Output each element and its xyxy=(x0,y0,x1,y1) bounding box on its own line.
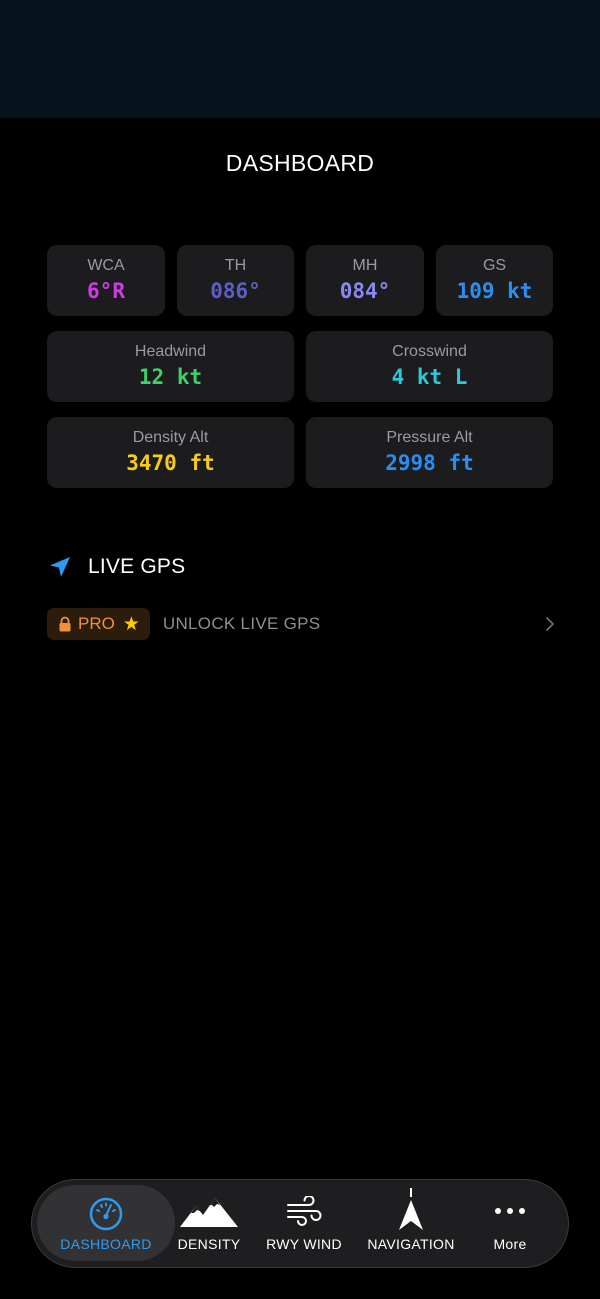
live-gps-title: LIVE GPS xyxy=(88,555,186,578)
gauge-icon xyxy=(89,1197,123,1231)
headwind-label: Headwind xyxy=(134,343,207,360)
pressure-alt-card: Pressure Alt 2998 ft xyxy=(306,417,553,488)
mh-label: MH xyxy=(352,257,378,274)
location-arrow-icon xyxy=(50,557,70,577)
pressure-alt-value: 2998 ft xyxy=(385,451,474,475)
pro-label: PRO xyxy=(78,614,115,633)
lock-icon xyxy=(59,616,71,632)
tab-more[interactable]: More xyxy=(476,1180,544,1266)
tab-rwy-wind-label: RWY WIND xyxy=(266,1236,342,1252)
pressure-alt-label: Pressure Alt xyxy=(386,429,473,446)
crosswind-card: Crosswind 4 kt L xyxy=(306,331,553,402)
tab-more-label: More xyxy=(493,1236,527,1252)
density-alt-value: 3470 ft xyxy=(126,451,215,475)
live-gps-header: LIVE GPS xyxy=(47,552,185,582)
tab-dashboard[interactable]: DASHBOARD xyxy=(37,1185,175,1261)
wca-value: 6°R xyxy=(87,279,125,303)
chevron-right-icon xyxy=(546,617,554,631)
density-alt-card: Density Alt 3470 ft xyxy=(47,417,294,488)
tab-rwy-wind[interactable]: RWY WIND xyxy=(258,1180,350,1266)
tab-navigation[interactable]: NAVIGATION xyxy=(360,1180,462,1266)
mh-card: MH 084° xyxy=(306,245,424,316)
more-dots-icon xyxy=(495,1208,525,1214)
th-value: 086° xyxy=(210,279,261,303)
th-card: TH 086° xyxy=(177,245,294,316)
wca-label: WCA xyxy=(87,257,125,274)
page-title: DASHBOARD xyxy=(225,150,375,176)
tab-density-label: DENSITY xyxy=(177,1236,241,1252)
headwind-card: Headwind 12 kt xyxy=(47,331,294,402)
crosswind-value: 4 kt L xyxy=(391,365,468,389)
unlock-live-gps-row[interactable]: PRO ★ UNLOCK LIVE GPS xyxy=(47,607,557,641)
navigation-arrow-icon xyxy=(399,1188,423,1230)
mountains-icon xyxy=(180,1198,238,1227)
headwind-value: 12 kt xyxy=(138,365,203,389)
tab-dashboard-label: DASHBOARD xyxy=(60,1236,152,1252)
th-label: TH xyxy=(224,257,247,274)
density-alt-label: Density Alt xyxy=(132,429,209,446)
mh-value: 084° xyxy=(339,279,391,303)
unlock-live-gps-label: UNLOCK LIVE GPS xyxy=(162,614,321,633)
gs-value: 109 kt xyxy=(456,279,533,303)
gs-label: GS xyxy=(482,257,507,274)
star-icon: ★ xyxy=(122,613,140,635)
wind-icon xyxy=(287,1196,322,1226)
tab-density[interactable]: DENSITY xyxy=(172,1180,246,1266)
tab-bar: DASHBOARD DENSITY RWY WIND NAVIGATION Mo… xyxy=(31,1179,569,1268)
status-bar-area xyxy=(0,0,600,118)
crosswind-label: Crosswind xyxy=(392,343,467,360)
tab-navigation-label: NAVIGATION xyxy=(367,1236,455,1252)
wca-card: WCA 6°R xyxy=(47,245,165,316)
gs-card: GS 109 kt xyxy=(436,245,553,316)
pro-badge: PRO ★ xyxy=(47,608,150,640)
